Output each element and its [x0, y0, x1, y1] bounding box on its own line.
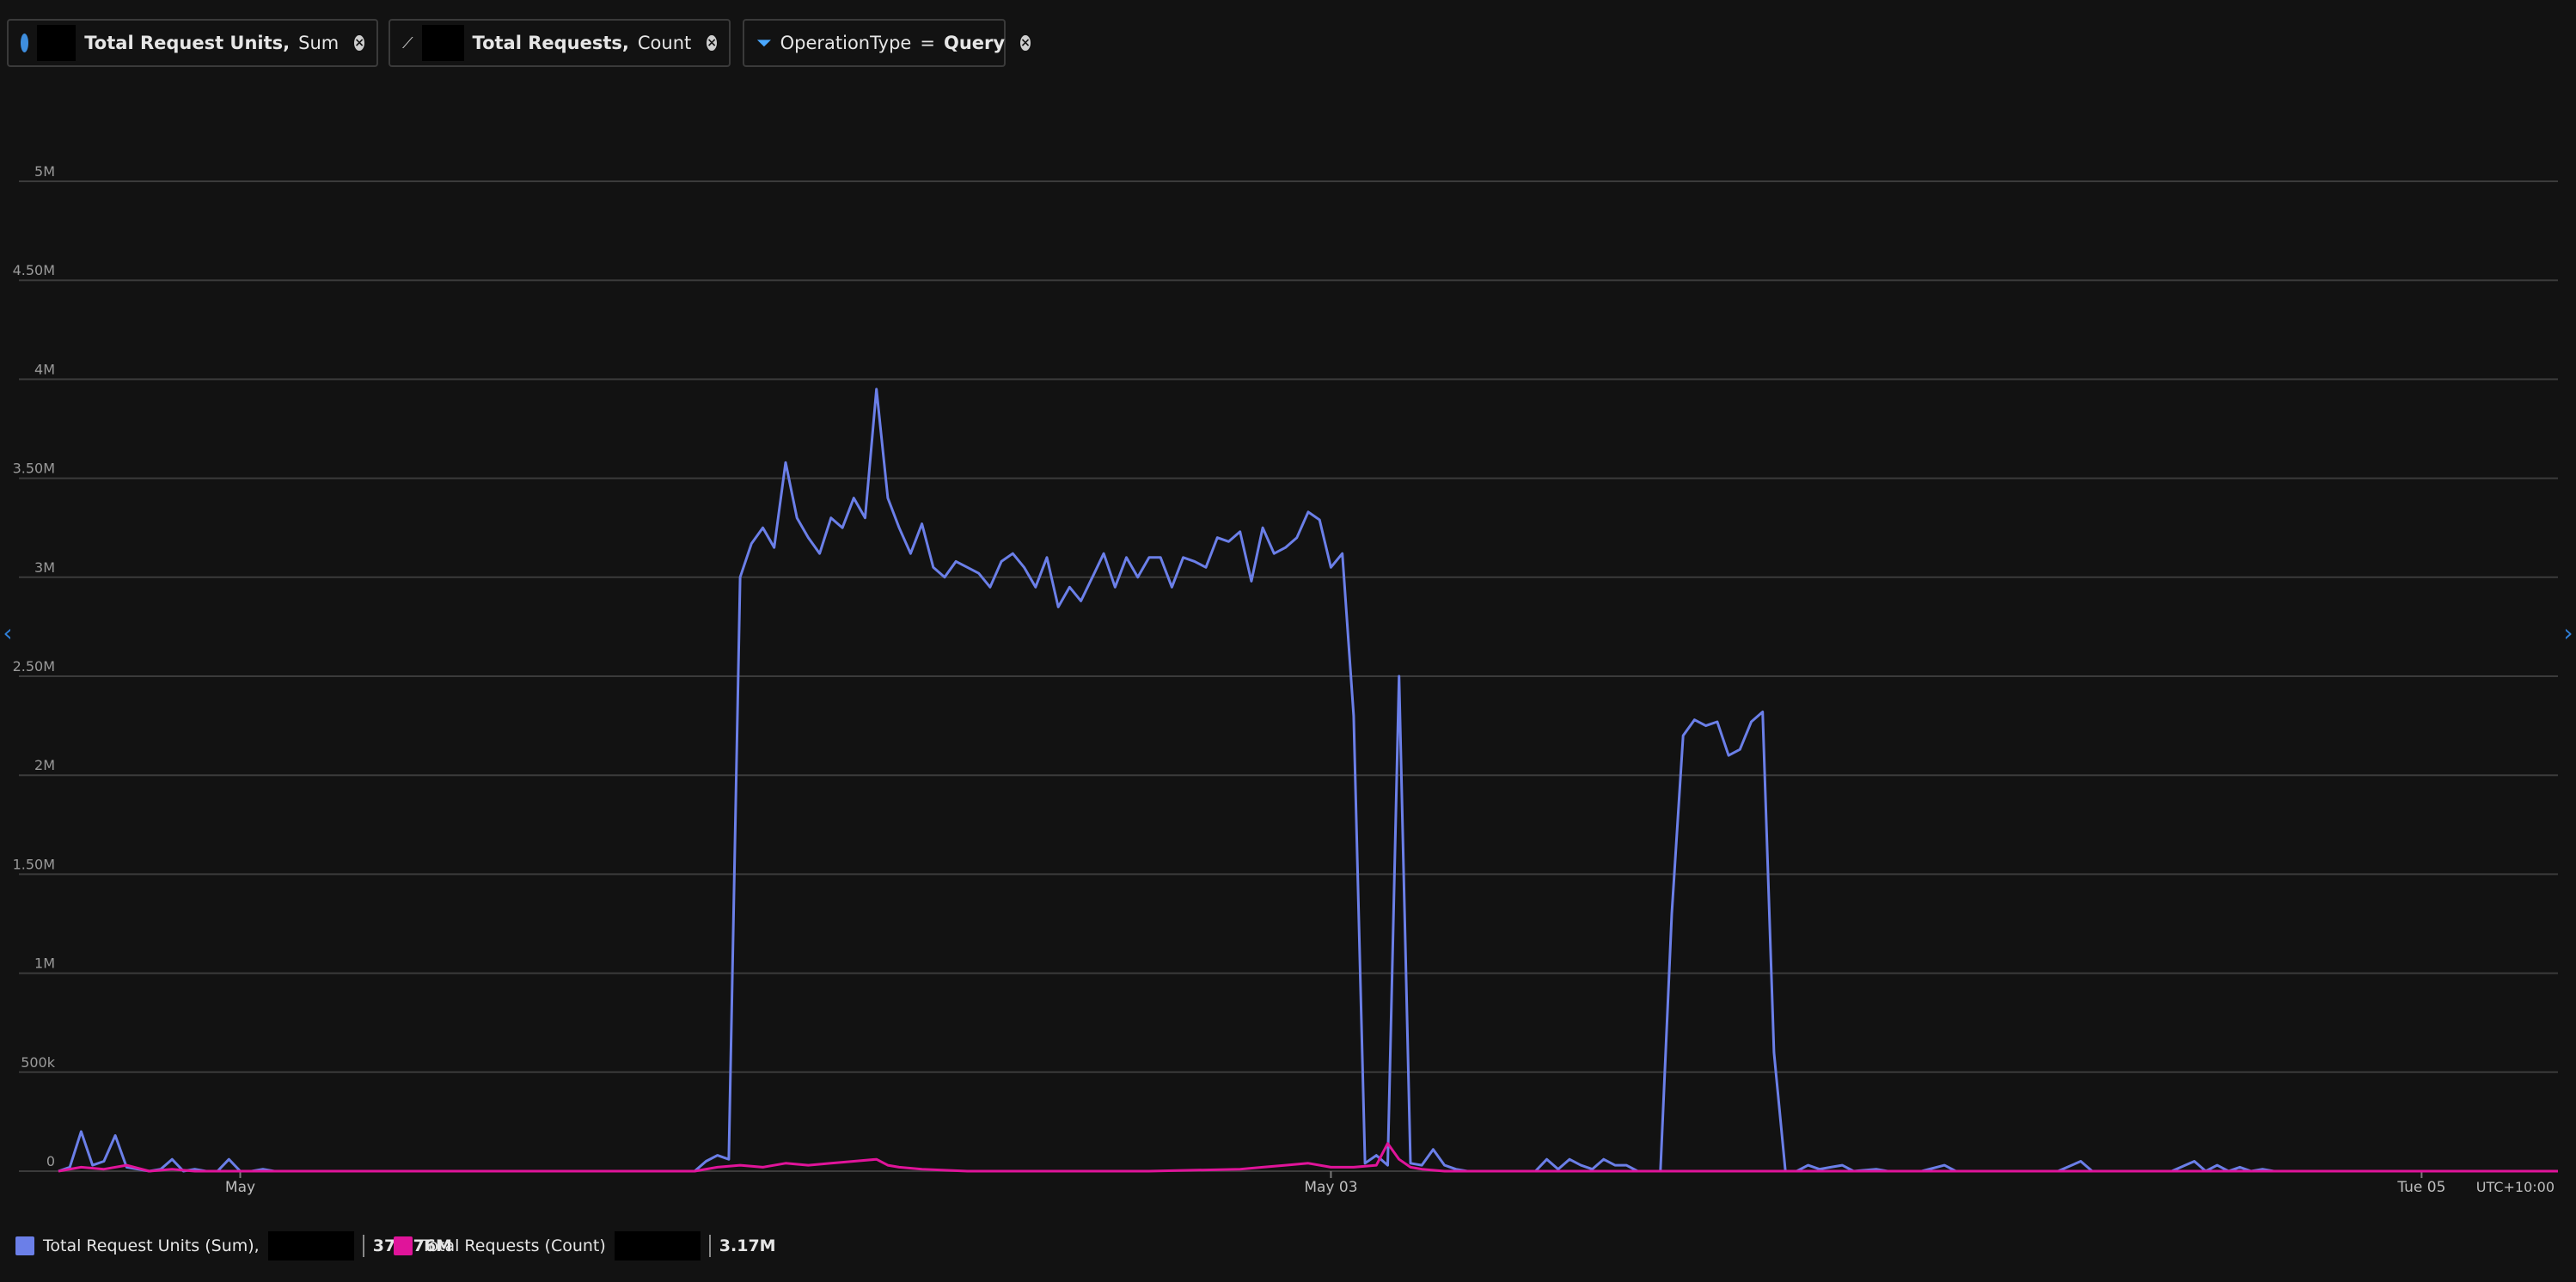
line-chart: 0 500k 1M 1.50M 2M 2.50M 3M 3.50M 4M 4.50M 5M May Ma… [13, 163, 2558, 1196]
y-tick-label: 2M [34, 757, 55, 773]
legend-label: Total Request Units (Sum), [43, 1236, 260, 1255]
redacted-resource-name [267, 1231, 354, 1261]
y-tick-label: 500k [21, 1054, 56, 1071]
chevron-left-icon[interactable]: ‹ [0, 620, 15, 646]
legend-total: 3.17M [719, 1236, 776, 1255]
legend-item-request-units[interactable]: Total Request Units (Sum), 376.76M [15, 1230, 452, 1261]
y-tick-label: 1.50M [13, 856, 55, 872]
x-tick-label: May [225, 1179, 255, 1196]
chevron-right-icon[interactable]: › [2561, 620, 2576, 646]
legend-swatch [15, 1236, 34, 1255]
legend-separator [708, 1235, 711, 1257]
y-tick-label: 1M [34, 955, 55, 972]
x-tick-label: May 03 [1304, 1179, 1357, 1196]
legend-label: Total Requests (Count) [421, 1236, 606, 1255]
y-tick-label: 5M [34, 163, 55, 180]
series-line-request-units [58, 388, 2558, 1173]
legend-swatch [394, 1236, 413, 1255]
timezone-label: UTC+10:00 [2476, 1179, 2555, 1195]
y-tick-label: 0 [46, 1153, 55, 1169]
x-tick-label: Tue 05 [2396, 1179, 2445, 1196]
y-tick-label: 4.50M [13, 262, 55, 278]
y-tick-label: 4M [34, 361, 55, 377]
y-tick-label: 3.50M [13, 461, 55, 477]
y-tick-label: 2.50M [13, 658, 55, 675]
legend-separator [362, 1235, 364, 1257]
redacted-resource-name [614, 1231, 701, 1261]
legend-item-total-requests[interactable]: Total Requests (Count) 3.17M [394, 1230, 776, 1261]
y-tick-label: 3M [34, 559, 55, 576]
